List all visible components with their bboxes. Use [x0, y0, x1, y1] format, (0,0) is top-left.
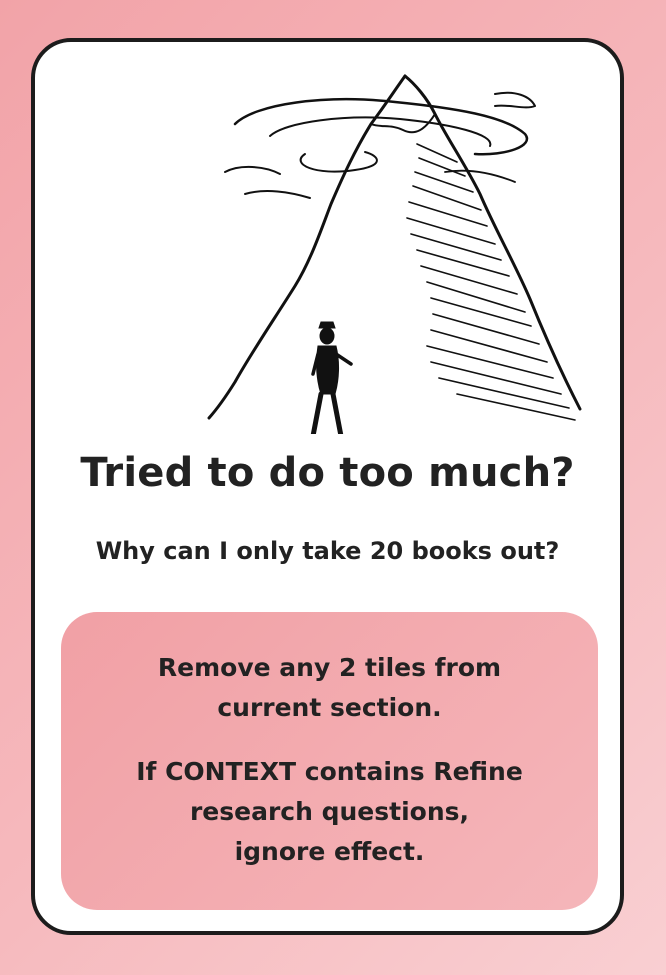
condition-text-line: If CONTEXT contains Refine	[136, 757, 523, 786]
card-title: Tried to do too much?	[80, 450, 575, 496]
game-card: Tried to do too much? Why can I only tak…	[31, 38, 624, 935]
condition-text-line: ignore effect.	[234, 837, 425, 866]
climber-figure	[310, 321, 353, 434]
effect-text-line: current section.	[217, 693, 442, 722]
mountain-illustration	[207, 74, 582, 434]
card-subtitle: Why can I only take 20 books out?	[95, 537, 560, 565]
effect-box: Remove any 2 tiles from current section.…	[61, 612, 598, 910]
condition-text-line: research questions,	[189, 797, 470, 826]
effect-text-line: Remove any 2 tiles from	[157, 653, 502, 682]
